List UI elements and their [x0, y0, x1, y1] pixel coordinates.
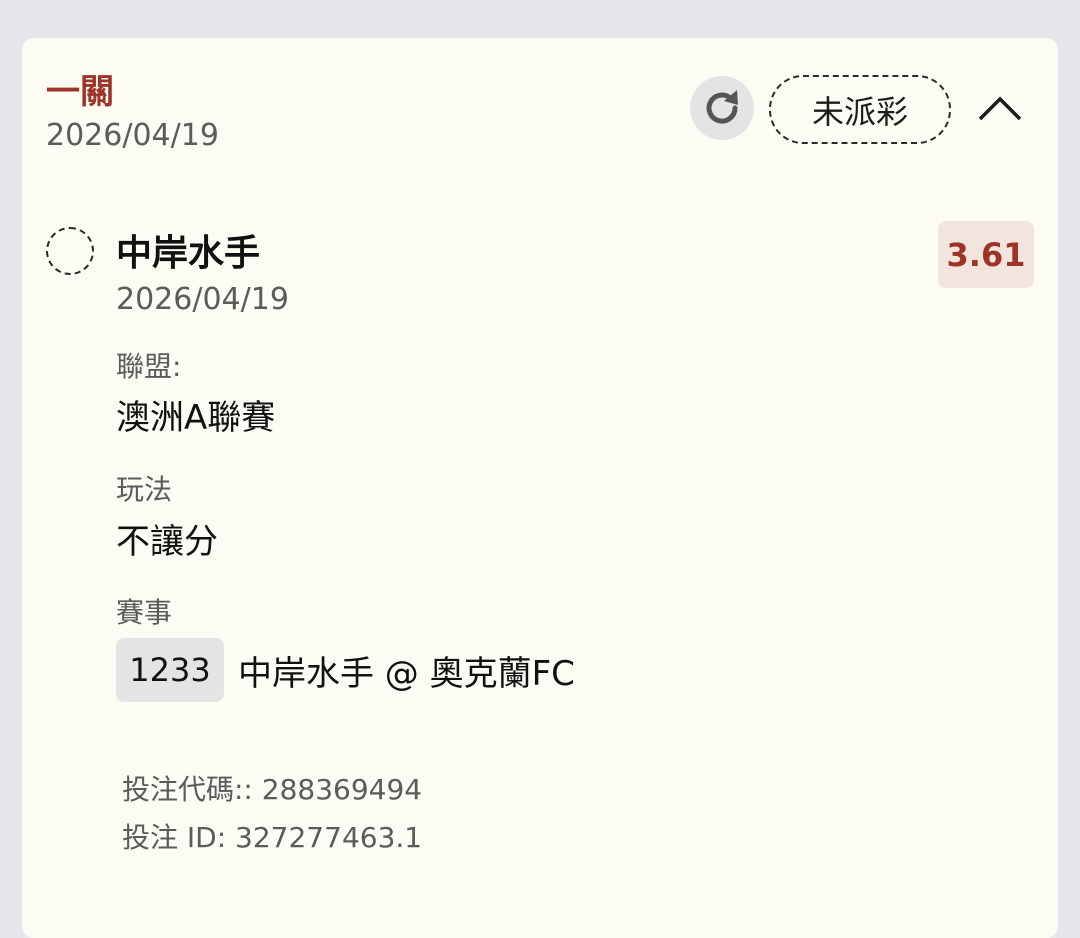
odds-badge: 3.61 — [938, 221, 1034, 288]
event-label: 賽事 — [116, 596, 173, 629]
collapse-button[interactable] — [976, 88, 1024, 128]
event-name: 中岸水手 @ 奧克蘭FC — [238, 653, 575, 694]
market-value: 不讓分 — [116, 522, 218, 562]
event-row: 1233 中岸水手 @ 奧克蘭FC — [116, 638, 575, 702]
selection-status-icon — [46, 227, 94, 275]
selection-date: 2026/04/19 — [116, 282, 289, 317]
bet-card: 一關 2026/04/19 未派彩 中岸水手 2026/04/19 3.61 聯… — [22, 38, 1058, 938]
event-code-badge: 1233 — [116, 638, 224, 702]
bet-id: 投注 ID: 327277463.1 — [122, 821, 423, 854]
bet-code: 投注代碼:: 288369494 — [122, 773, 423, 806]
bet-date: 2026/04/19 — [46, 118, 219, 153]
league-label: 聯盟: — [116, 350, 182, 383]
refresh-icon — [706, 90, 738, 124]
bet-type-title: 一關 — [46, 72, 114, 112]
league-value: 澳洲A聯賽 — [116, 398, 276, 438]
selection-team: 中岸水手 — [116, 233, 261, 274]
status-badge: 未派彩 — [769, 75, 951, 144]
chevron-up-icon — [978, 96, 1022, 121]
refresh-button[interactable] — [690, 76, 754, 140]
market-label: 玩法 — [116, 473, 173, 506]
